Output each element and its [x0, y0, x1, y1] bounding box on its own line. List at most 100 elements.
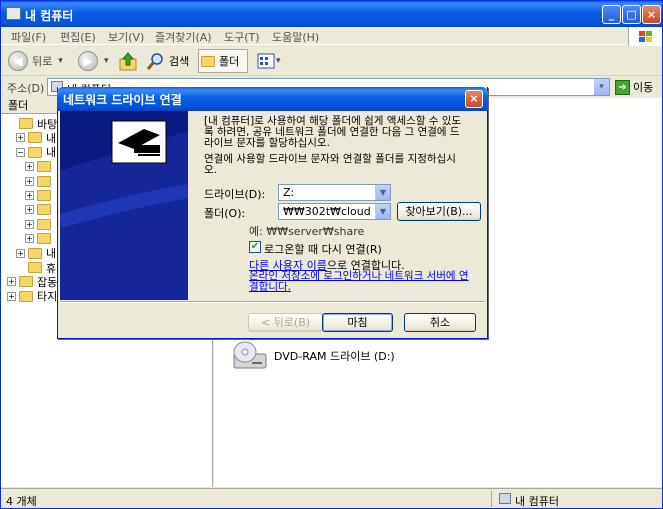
tree-item[interactable]: + — [25, 174, 55, 189]
drive-select[interactable]: Z: ▼ — [278, 184, 391, 201]
folder-icon — [28, 247, 42, 259]
dialog-instruction-text: 연결에 사용할 드라이브 문자와 연결할 폴더를 지정하십시 오. — [204, 153, 456, 176]
tree-item[interactable]: + 타지 — [7, 289, 57, 304]
drive-dropdown-icon[interactable]: ▼ — [375, 185, 390, 200]
go-button[interactable]: ➔ 이동 — [615, 79, 653, 95]
dialog-titlebar[interactable]: 네트워크 드라이브 연결 × — [57, 87, 488, 111]
drive-label: 드라이브(D): — [204, 188, 266, 201]
my-computer-icon — [499, 493, 511, 504]
browse-button[interactable]: 찾아보기(B)... — [397, 202, 481, 221]
forward-dropdown-icon[interactable]: ▾ — [104, 56, 109, 66]
folders-icon — [201, 55, 215, 67]
finish-button[interactable]: 마침 — [322, 313, 393, 332]
reconnect-label[interactable]: 로그온할 때 다시 연결(R) — [264, 241, 382, 257]
minimize-button[interactable]: _ — [602, 5, 621, 24]
views-button[interactable]: ▾ — [256, 49, 281, 73]
cancel-button[interactable]: 취소 — [404, 313, 476, 332]
status-count: 4 개체 — [6, 495, 37, 508]
forward-arrow-icon: ▶ — [78, 51, 98, 71]
tree-expander-icon[interactable]: + — [25, 219, 34, 229]
tree-expander-icon[interactable]: + — [7, 277, 16, 287]
dialog-title: 네트워크 드라이브 연결 — [63, 93, 182, 107]
network-drive-banner — [60, 111, 188, 300]
tree-expander-icon[interactable]: − — [16, 147, 25, 157]
network-drive-illustration — [60, 111, 188, 300]
folder-icon — [37, 161, 51, 173]
search-label: 검색 — [169, 55, 190, 68]
views-icon — [257, 53, 275, 69]
tree-expander-icon[interactable]: + — [25, 191, 34, 200]
map-network-drive-dialog: 네트워크 드라이브 연결 × [내 컴퓨터]로 사용하여 해당 폴더에 쉽게 액… — [57, 87, 488, 339]
windows-logo-icon — [628, 27, 662, 47]
folder-up-icon — [119, 52, 137, 71]
drive-value: Z: — [283, 186, 295, 199]
back-dropdown-icon[interactable]: ▾ — [58, 56, 63, 66]
close-button[interactable]: × — [642, 5, 661, 24]
address-label: 주소(D) — [7, 82, 45, 95]
tree-item-label: 타지 — [37, 290, 58, 304]
up-button[interactable] — [117, 49, 139, 73]
folder-example: 예: ₩₩server₩share — [249, 225, 365, 238]
my-computer-icon — [6, 7, 21, 20]
status-divider — [491, 491, 492, 507]
dvd-drive-item[interactable]: DVD-RAM 드라이브 (D:) — [232, 338, 395, 374]
menu-help[interactable]: 도움말(H) — [272, 29, 319, 45]
tree-expander-icon[interactable]: + — [25, 205, 34, 215]
folder-icon — [19, 118, 33, 129]
go-arrow-icon: ➔ — [615, 79, 630, 95]
menu-edit[interactable]: 편집(E) — [60, 29, 96, 45]
menu-file[interactable]: 파일(F) — [11, 29, 46, 45]
tree-expander-icon[interactable]: + — [25, 162, 34, 172]
folder-icon — [37, 190, 51, 201]
tree-expander-icon[interactable]: + — [25, 176, 34, 186]
tree-item[interactable]: + 잡동 — [7, 274, 57, 289]
folder-select[interactable]: ₩₩302t₩cloud ▼ — [278, 203, 391, 220]
folder-icon — [19, 290, 33, 302]
tree-item[interactable]: + — [25, 159, 55, 174]
tree-expander-icon[interactable]: + — [16, 133, 25, 143]
menu-favorites[interactable]: 즐겨찾기(A) — [155, 29, 212, 45]
search-icon — [146, 53, 163, 70]
folder-label: 폴더(O): — [204, 207, 246, 220]
folder-icon — [37, 218, 51, 230]
menu-tools[interactable]: 도구(T) — [224, 29, 260, 45]
menu-view[interactable]: 보기(V) — [108, 29, 144, 45]
dialog-close-button[interactable]: × — [465, 90, 483, 108]
online-storage-link[interactable]: 온라인 저장소에 로그인하거나 네트워크 서버에 연 결합니다. — [249, 271, 479, 293]
tree-item[interactable]: + — [25, 217, 55, 232]
tree-item[interactable]: + — [25, 188, 55, 203]
folders-button[interactable]: 폴더 — [198, 49, 248, 73]
back-label: 뒤로 — [32, 55, 53, 68]
address-dropdown-icon[interactable]: ▾ — [594, 79, 609, 95]
folder-icon — [37, 233, 51, 245]
back-arrow-icon: ◀ — [8, 51, 28, 71]
window-titlebar[interactable]: 내 컴퓨터 _ □ × — [1, 1, 662, 28]
folder-icon — [28, 146, 42, 158]
dvd-drive-label: DVD-RAM 드라이브 (D:) — [274, 350, 395, 363]
toolbar: ◀ 뒤로 ▾ ▶ ▾ 검색 폴더 ▾ — [1, 46, 662, 76]
forward-button[interactable]: ▶ ▾ — [78, 49, 109, 73]
folder-icon — [28, 132, 42, 144]
tree-item[interactable]: + — [25, 231, 55, 246]
dialog-separator — [60, 301, 485, 303]
tree-expander-icon[interactable]: + — [7, 291, 16, 301]
folder-value: ₩₩302t₩cloud — [283, 205, 371, 218]
dvd-drive-icon — [233, 341, 267, 369]
tree-expander-icon[interactable]: + — [16, 248, 25, 258]
folder-dropdown-icon[interactable]: ▼ — [375, 204, 390, 219]
dialog-intro-text: [내 컴퓨터]로 사용하여 해당 폴더에 쉽게 액세스할 수 있도 록 하려면,… — [204, 115, 462, 149]
folder-icon — [19, 276, 33, 288]
folder-icon — [28, 262, 42, 273]
maximize-button[interactable]: □ — [622, 5, 641, 24]
tree-item[interactable]: + — [25, 202, 55, 217]
reconnect-checkbox[interactable]: ✔ — [249, 241, 261, 253]
tree-expander-icon[interactable]: + — [25, 234, 34, 244]
window-title: 내 컴퓨터 — [25, 9, 74, 23]
back-button[interactable]: ◀ 뒤로 ▾ — [8, 49, 63, 73]
folder-icon — [37, 175, 51, 187]
folder-icon — [37, 204, 51, 216]
go-label: 이동 — [633, 81, 654, 94]
search-button[interactable]: 검색 — [146, 49, 189, 73]
views-dropdown-icon: ▾ — [276, 56, 281, 66]
back-wizard-button[interactable]: < 뒤로(B) — [248, 313, 323, 332]
